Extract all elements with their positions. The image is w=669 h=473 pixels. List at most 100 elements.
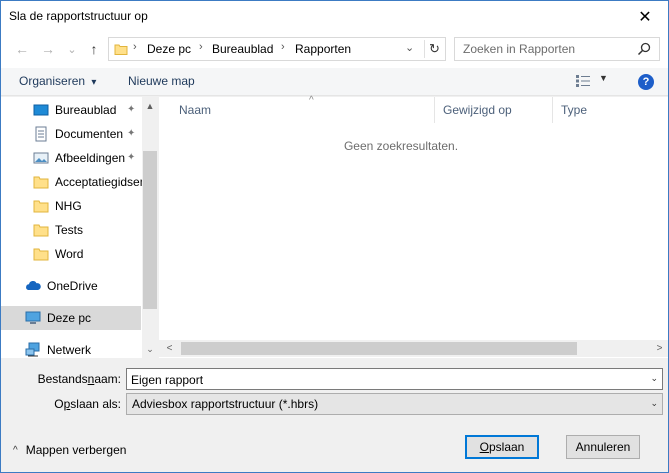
nav-item-tests[interactable]: Tests <box>1 218 141 242</box>
breadcrumb-separator[interactable]: › <box>199 41 203 53</box>
pin-icon: ✦ <box>127 104 136 115</box>
breadcrumb-deze-pc[interactable]: Deze pc <box>147 42 191 56</box>
filename-field[interactable]: ⌄ <box>126 368 663 390</box>
recent-locations-button[interactable]: ⌄ <box>63 40 81 58</box>
nav-item-label: Tests <box>55 223 84 237</box>
view-dropdown-icon[interactable]: ▼ <box>599 73 608 83</box>
address-row: ← → ⌄ ↑ › Deze pc › Bureaublad › Rapport… <box>1 32 668 68</box>
column-header-type[interactable]: Type <box>553 97 668 123</box>
nav-item-deze-pc[interactable]: Deze pc <box>1 306 141 330</box>
window-title: Sla de rapportstructuur op <box>9 9 148 23</box>
dropdown-arrow-icon: ▾ <box>91 77 97 88</box>
refresh-icon: ↻ <box>429 41 440 56</box>
scroll-up-icon[interactable]: ▲ <box>142 97 158 114</box>
pictures-icon <box>33 152 49 164</box>
folder-icon <box>33 176 49 189</box>
nav-item-afbeeldingen[interactable]: Afbeeldingen ✦ <box>1 146 141 170</box>
cancel-label: Annuleren <box>575 440 631 454</box>
nav-item-label: Acceptatiegidsen <box>55 175 143 189</box>
nav-item-nhg[interactable]: NHG <box>1 194 141 218</box>
filetype-label: Opslaan als: <box>9 397 121 411</box>
back-button[interactable]: ← <box>13 40 31 58</box>
label-part: aam: <box>94 372 121 386</box>
new-folder-label: Nieuwe map <box>128 74 195 88</box>
nav-item-acceptatiegidsen[interactable]: Acceptatiegidsen <box>1 170 143 194</box>
search-input[interactable] <box>463 41 633 57</box>
documents-icon <box>35 126 47 142</box>
horizontal-scrollbar[interactable]: < > <box>159 340 668 357</box>
chevron-up-icon: ^ <box>13 444 18 456</box>
save-accesskey: O <box>479 440 489 454</box>
filename-input[interactable] <box>131 372 631 387</box>
nav-item-label: NHG <box>55 199 82 213</box>
close-icon: ✕ <box>638 8 652 26</box>
nav-item-onedrive[interactable]: OneDrive <box>1 274 141 298</box>
network-icon <box>25 342 40 357</box>
up-arrow-icon: ↑ <box>90 41 98 57</box>
title-bar: Sla de rapportstructuur op ✕ <box>1 1 668 32</box>
folder-icon <box>33 224 49 237</box>
help-glyph: ? <box>642 76 650 88</box>
navigation-pane: Bureaublad ✦ Documenten ✦ Afbeeldingen ✦ <box>1 97 158 358</box>
view-options-icon[interactable] <box>575 74 591 88</box>
column-label: Naam <box>179 103 212 117</box>
folder-icon <box>33 248 49 261</box>
help-icon[interactable]: ? <box>638 74 654 90</box>
scroll-thumb[interactable] <box>143 151 157 309</box>
pc-icon <box>25 311 41 324</box>
breadcrumb-separator[interactable]: › <box>133 41 137 53</box>
file-list: Naam ^ Gewijzigd op Type Geen zoekresult… <box>159 95 668 358</box>
pin-icon: ✦ <box>127 152 136 163</box>
cancel-button[interactable]: Annuleren <box>566 435 640 459</box>
nav-scrollbar[interactable]: ▲ ⌄ <box>142 97 158 358</box>
filetype-value: Adviesbox rapportstructuur (*.hbrs) <box>132 397 319 411</box>
forward-arrow-icon: → <box>41 41 55 57</box>
filename-label: Bestandsnaam: <box>9 372 121 386</box>
address-bar[interactable]: › Deze pc › Bureaublad › Rapporten ⌄ ↻ <box>108 37 446 61</box>
search-icon <box>637 42 651 56</box>
search-box[interactable] <box>454 37 660 61</box>
column-label: Type <box>561 103 588 117</box>
breadcrumb-bureaublad[interactable]: Bureaublad <box>212 42 273 56</box>
nav-item-netwerk[interactable]: Netwerk <box>1 338 141 362</box>
filetype-select[interactable]: Adviesbox rapportstructuur (*.hbrs) ⌄ <box>126 393 663 415</box>
column-label: Gewijzigd op <box>443 103 512 117</box>
label-part: O <box>54 397 64 411</box>
scroll-down-icon[interactable]: ⌄ <box>142 341 158 358</box>
scroll-left-icon[interactable]: < <box>161 340 178 357</box>
desktop-icon <box>33 104 49 116</box>
nav-item-label: Deze pc <box>47 311 92 325</box>
sort-ascending-icon: ^ <box>309 95 314 106</box>
hide-folders-button[interactable]: ^ Mappen verbergen <box>13 443 126 457</box>
up-button[interactable]: ↑ <box>85 40 103 58</box>
breadcrumb-separator[interactable]: › <box>281 41 285 53</box>
empty-results-message: Geen zoekresultaten. <box>343 139 459 153</box>
address-dropdown-icon[interactable]: ⌄ <box>405 41 414 54</box>
folder-icon <box>33 200 49 213</box>
organize-button[interactable]: Organiseren ▾ <box>19 74 96 88</box>
forward-button[interactable]: → <box>39 40 57 58</box>
chevron-down-icon: ⌄ <box>650 398 658 408</box>
organize-label: Organiseren <box>19 74 86 88</box>
refresh-button[interactable]: ↻ <box>424 40 444 58</box>
new-folder-button[interactable]: Nieuwe map <box>128 74 195 88</box>
scroll-thumb[interactable] <box>181 342 577 355</box>
onedrive-icon <box>26 280 41 290</box>
label-part: Bestands <box>37 372 88 386</box>
nav-item-documenten[interactable]: Documenten ✦ <box>1 122 141 146</box>
nav-item-word[interactable]: Word <box>1 242 141 266</box>
breadcrumb-rapporten[interactable]: Rapporten <box>295 42 351 56</box>
close-button[interactable]: ✕ <box>622 1 668 32</box>
scroll-right-icon[interactable]: > <box>651 340 668 357</box>
nav-item-bureaublad[interactable]: Bureaublad ✦ <box>1 98 141 122</box>
save-dialog: Sla de rapportstructuur op ✕ ← → ⌄ ↑ › D… <box>0 0 669 473</box>
column-header-naam[interactable]: Naam ^ <box>171 95 435 123</box>
save-button[interactable]: Opslaan <box>465 435 539 459</box>
column-header-gewijzigd-op[interactable]: Gewijzigd op <box>435 97 553 123</box>
folder-icon <box>114 44 128 55</box>
back-arrow-icon: ← <box>15 41 29 57</box>
label-part: slaan als: <box>70 397 121 411</box>
nav-item-label: Word <box>55 247 84 261</box>
pin-icon: ✦ <box>127 128 136 139</box>
chevron-down-icon[interactable]: ⌄ <box>650 373 658 384</box>
